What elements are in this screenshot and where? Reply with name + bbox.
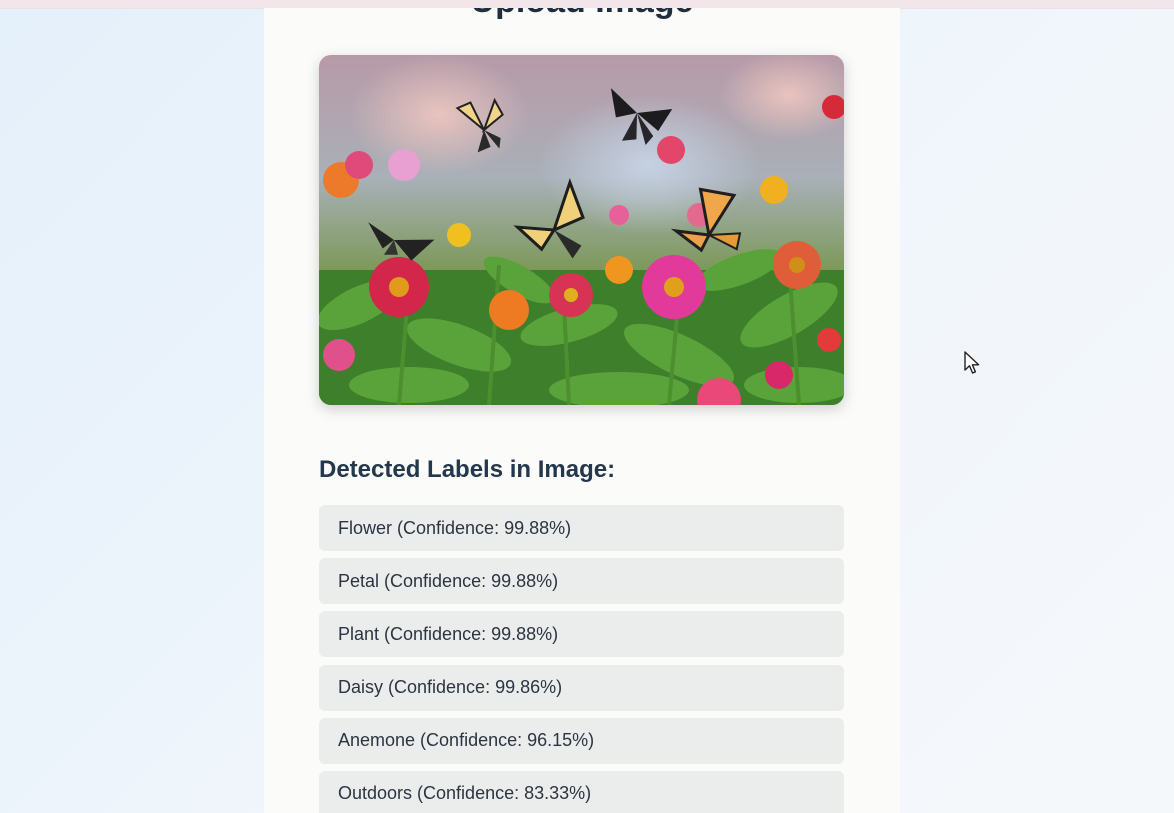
mouse-pointer-icon [964, 351, 982, 375]
uploaded-image-artwork [319, 55, 844, 405]
label-item: Anemone (Confidence: 96.15%) [319, 717, 844, 764]
detected-labels-heading: Detected Labels in Image: [319, 456, 616, 483]
detected-labels-list: Flower (Confidence: 99.88%) Petal (Confi… [319, 505, 844, 813]
label-item: Flower (Confidence: 99.88%) [319, 505, 844, 551]
content-card: Upload Image [264, 8, 900, 813]
label-item: Petal (Confidence: 99.88%) [319, 558, 844, 605]
page-title: Upload Image [264, 8, 900, 21]
label-item: Daisy (Confidence: 99.86%) [319, 664, 844, 711]
label-item: Plant (Confidence: 99.88%) [319, 611, 844, 658]
uploaded-image [319, 55, 844, 405]
label-item: Outdoors (Confidence: 83.33%) [319, 770, 844, 813]
